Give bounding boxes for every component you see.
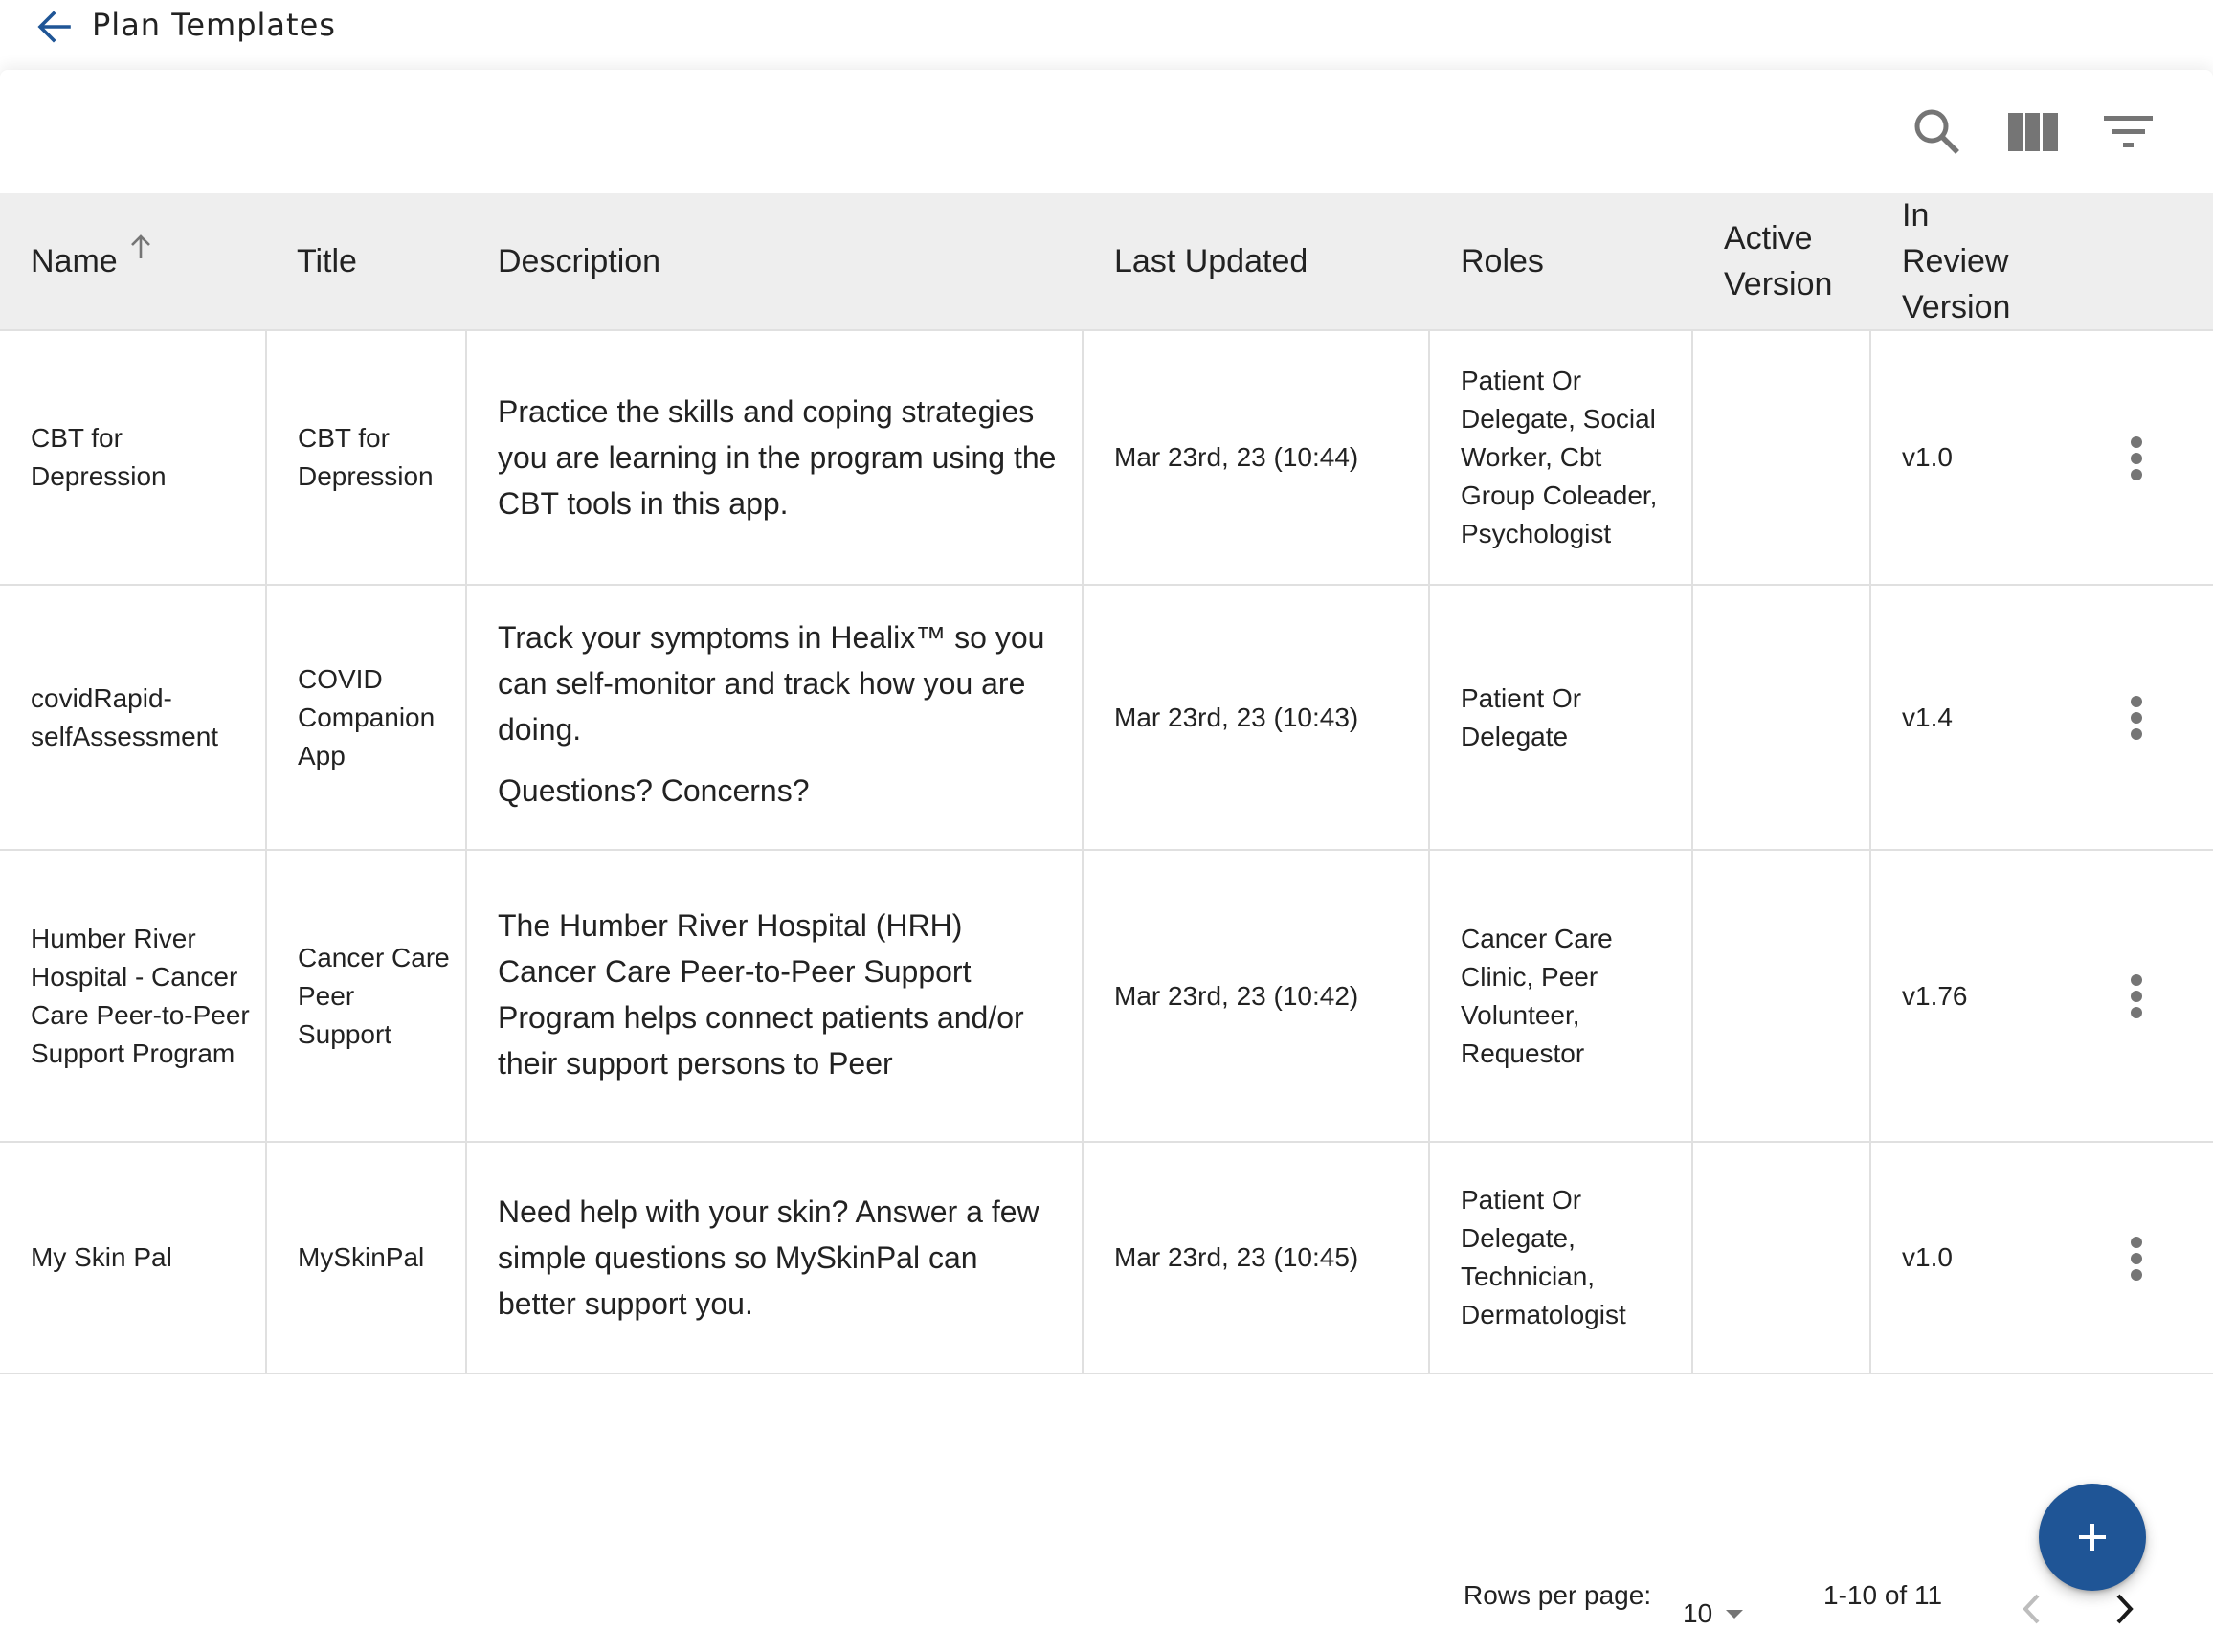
cell-name: My Skin Pal xyxy=(0,1143,267,1373)
cell-name: CBT for Depression xyxy=(0,331,267,584)
column-header-title[interactable]: Title xyxy=(297,193,357,329)
cell-description: Track your symptoms in Healix™ so you ca… xyxy=(467,586,1084,849)
cell-active-version xyxy=(1693,586,1871,849)
cell-in-review-version: v1.0 xyxy=(1902,442,1953,472)
rows-per-page-label: Rows per page: xyxy=(1464,1580,1652,1610)
table-row[interactable]: My Skin Pal MySkinPal Need help with you… xyxy=(0,1143,2213,1374)
next-page-button[interactable] xyxy=(2101,1585,2149,1633)
column-header-label: Roles xyxy=(1461,243,1544,279)
column-header-description[interactable]: Description xyxy=(498,193,660,329)
column-header-label: Title xyxy=(297,243,357,279)
cell-roles: Patient Or Delegate xyxy=(1430,586,1693,849)
column-header-label: Active Version xyxy=(1724,220,1833,302)
table-header: Name Title Description Last Updated Role… xyxy=(0,193,2213,331)
row-actions-button[interactable] xyxy=(2117,968,2156,1025)
view-columns-icon xyxy=(2008,113,2058,151)
cell-title: COVID Companion App xyxy=(267,586,467,849)
dropdown-arrow-icon xyxy=(1726,1609,1744,1619)
cell-roles: Patient Or Delegate, Social Worker, Cbt … xyxy=(1430,331,1693,584)
more-vert-icon xyxy=(2131,1237,2142,1281)
column-header-label: Last Updated xyxy=(1114,243,1308,279)
plus-icon xyxy=(2079,1524,2106,1551)
cell-in-review-version: v1.4 xyxy=(1902,702,1953,732)
cell-last-updated: Mar 23rd, 23 (10:45) xyxy=(1084,1143,1430,1373)
arrow-up-sort-icon[interactable] xyxy=(129,234,152,260)
row-actions-button[interactable] xyxy=(2117,1230,2156,1287)
column-header-roles[interactable]: Roles xyxy=(1461,193,1544,329)
rows-per-page-select[interactable]: 10 xyxy=(1683,1591,1744,1629)
cell-roles: Cancer Care Clinic, Peer Volunteer, Requ… xyxy=(1430,851,1693,1141)
cell-description: Need help with your skin? Answer a few s… xyxy=(467,1143,1084,1373)
plan-templates-table-card: Name Title Description Last Updated Role… xyxy=(0,70,2213,1652)
cell-roles: Patient Or Delegate, Technician, Dermato… xyxy=(1430,1143,1693,1373)
search-button[interactable] xyxy=(1906,100,1969,164)
column-header-active-version[interactable]: Active Version xyxy=(1724,193,1858,329)
cell-title: CBT for Depression xyxy=(267,331,467,584)
description-text: The Humber River Hospital (HRH) Cancer C… xyxy=(498,908,1024,1081)
cell-last-updated: Mar 23rd, 23 (10:42) xyxy=(1084,851,1430,1141)
column-header-label: Name xyxy=(31,243,118,279)
cell-active-version xyxy=(1693,851,1871,1141)
filter-list-icon xyxy=(2104,116,2153,147)
more-vert-icon xyxy=(2131,436,2142,480)
back-button[interactable] xyxy=(29,6,78,48)
cell-active-version xyxy=(1693,1143,1871,1373)
more-vert-icon xyxy=(2131,974,2142,1018)
column-header-in-review-version[interactable]: In Review Version xyxy=(1902,193,2026,329)
search-icon xyxy=(1914,109,1959,154)
add-plan-template-button[interactable] xyxy=(2039,1484,2146,1591)
table-row[interactable]: Humber River Hospital - Cancer Care Peer… xyxy=(0,851,2213,1143)
chevron-right-icon xyxy=(2116,1594,2134,1624)
table-row[interactable]: covidRapid-selfAssessment COVID Companio… xyxy=(0,586,2213,851)
column-header-label: Description xyxy=(498,243,661,279)
filter-button[interactable] xyxy=(2097,100,2160,164)
cell-name: covidRapid-selfAssessment xyxy=(0,586,267,849)
description-text: Track your symptoms in Healix™ so you ca… xyxy=(498,620,1045,747)
table-row[interactable]: CBT for Depression CBT for Depression Pr… xyxy=(0,331,2213,586)
pagination-range: 1-10 of 11 xyxy=(1823,1580,1943,1610)
cell-in-review-version: v1.76 xyxy=(1902,980,1968,1011)
rows-per-page-value: 10 xyxy=(1683,1598,1713,1628)
previous-page-button[interactable] xyxy=(2007,1585,2055,1633)
column-header-name[interactable]: Name xyxy=(31,193,152,329)
cell-active-version xyxy=(1693,331,1871,584)
arrow-left-icon xyxy=(37,11,71,43)
row-actions-button[interactable] xyxy=(2117,430,2156,487)
column-header-label: In Review Version xyxy=(1902,197,2011,325)
cell-description: Practice the skills and coping strategie… xyxy=(467,331,1084,584)
cell-description: The Humber River Hospital (HRH) Cancer C… xyxy=(467,851,1084,1141)
row-actions-button[interactable] xyxy=(2117,689,2156,747)
column-header-last-updated[interactable]: Last Updated xyxy=(1114,193,1308,329)
more-vert-icon xyxy=(2131,696,2142,740)
description-text: Practice the skills and coping strategie… xyxy=(498,394,1057,521)
cell-title: MySkinPal xyxy=(267,1143,467,1373)
description-text: Need help with your skin? Answer a few s… xyxy=(498,1194,1039,1321)
cell-title: Cancer Care Peer Support xyxy=(267,851,467,1141)
cell-in-review-version: v1.0 xyxy=(1902,1242,1953,1272)
page-title: Plan Templates xyxy=(92,7,336,43)
chevron-left-icon xyxy=(2023,1594,2040,1624)
description-text: Questions? Concerns? xyxy=(498,773,810,808)
cell-last-updated: Mar 23rd, 23 (10:43) xyxy=(1084,586,1430,849)
cell-last-updated: Mar 23rd, 23 (10:44) xyxy=(1084,331,1430,584)
cell-name: Humber River Hospital - Cancer Care Peer… xyxy=(0,851,267,1141)
top-bar: Plan Templates xyxy=(0,0,2213,63)
view-columns-button[interactable] xyxy=(2001,100,2065,164)
